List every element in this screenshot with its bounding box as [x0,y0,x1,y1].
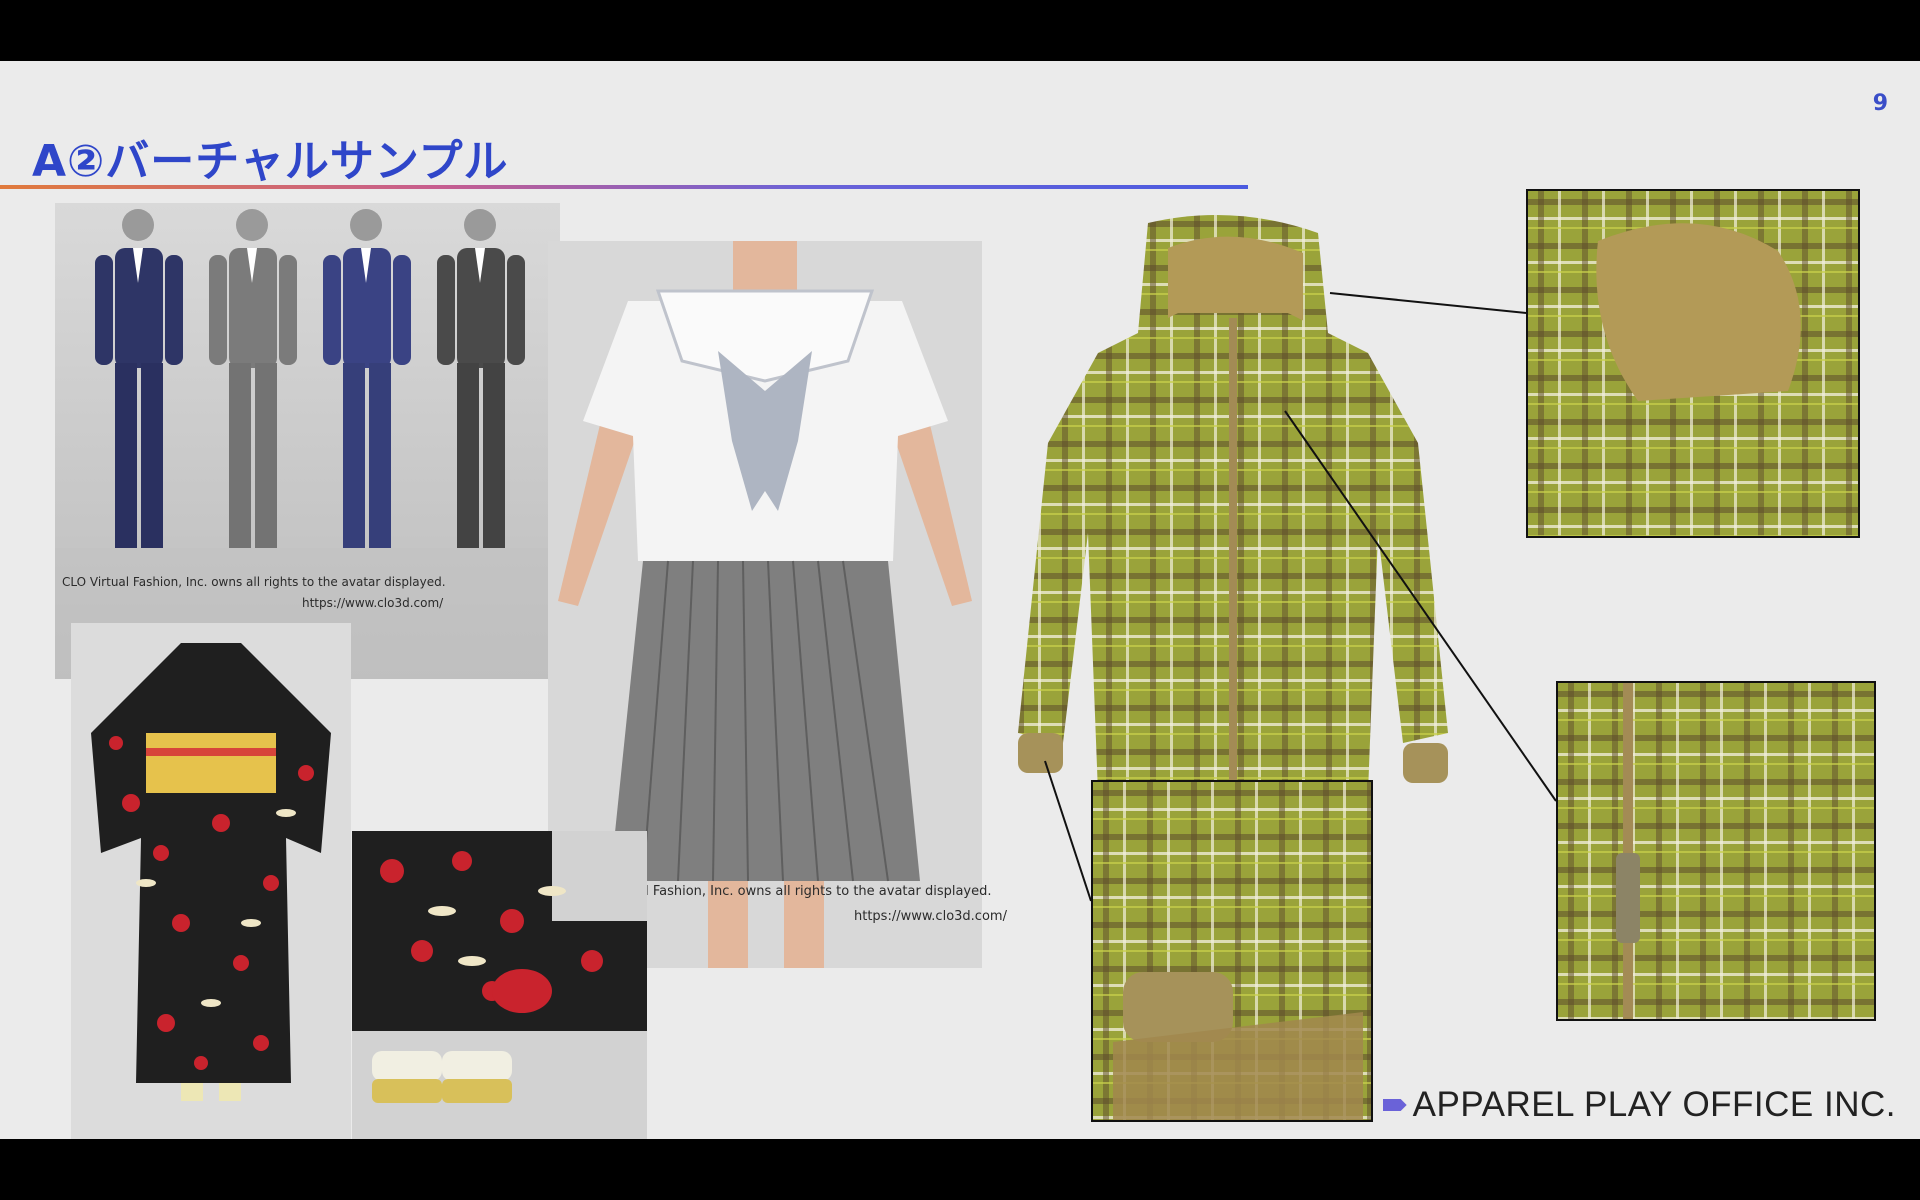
company-name: APPAREL PLAY OFFICE INC. [1412,1085,1896,1124]
jacket-image [1008,213,1458,833]
slide-title: A②バーチャルサンプル [32,136,509,187]
zipper-closeup-image [1556,681,1876,1021]
title-underline [0,185,1248,189]
cuff-closeup-image [1091,780,1373,1122]
uniform-url-credit: https://www.clo3d.com/ [854,909,1007,924]
presentation-slide: 9 A②バーチャルサンプル CLO Virtual Fashion, Inc. … [0,61,1920,1139]
kimono-detail-image [352,831,647,1139]
arrow-icon [1382,1099,1407,1111]
screen: 9 A②バーチャルサンプル CLO Virtual Fashion, Inc. … [0,0,1920,1200]
company-footer: APPAREL PLAY OFFICE INC. [1382,1085,1896,1125]
page-number: 9 [1872,91,1888,116]
hood-closeup-image [1526,189,1860,538]
suits-url-credit: https://www.clo3d.com/ [302,596,444,610]
suits-rights-credit: CLO Virtual Fashion, Inc. owns all right… [62,575,446,589]
kimono-full-image [71,623,351,1139]
